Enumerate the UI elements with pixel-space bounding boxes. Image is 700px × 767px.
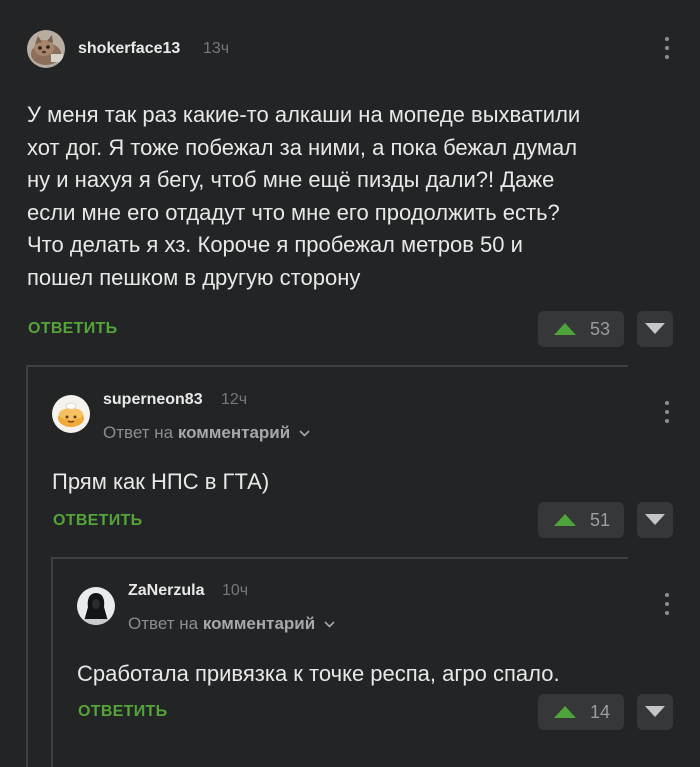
hooded-figure-avatar-icon <box>77 587 115 625</box>
comment-text: У меня так раз какие-то алкаши на мопеде… <box>27 102 581 290</box>
more-options-icon[interactable] <box>664 401 670 425</box>
chevron-down-icon[interactable] <box>299 430 310 437</box>
avatar[interactable] <box>27 30 65 68</box>
reply-to-prefix: Ответ на <box>103 423 174 442</box>
chevron-down-icon[interactable] <box>324 621 335 628</box>
upvote-button[interactable]: 53 <box>538 311 624 347</box>
downvote-button[interactable] <box>637 694 673 730</box>
upvote-arrow-icon <box>554 706 576 718</box>
reply-to-link[interactable]: Ответ на комментарий <box>128 614 335 634</box>
thread-line-level-1 <box>26 365 28 767</box>
upvote-button[interactable]: 51 <box>538 502 624 538</box>
reply-to-target[interactable]: комментарий <box>203 614 315 633</box>
comment-time: 10ч <box>222 582 249 599</box>
reply-button[interactable]: ОТВЕТИТЬ <box>53 512 142 530</box>
reply-button[interactable]: ОТВЕТИТЬ <box>78 703 167 721</box>
reply-to-prefix: Ответ на <box>128 614 199 633</box>
vote-count: 53 <box>590 319 611 339</box>
vote-count: 14 <box>590 702 611 722</box>
bun-avatar-icon <box>52 395 90 433</box>
downvote-button[interactable] <box>637 311 673 347</box>
upvote-button[interactable]: 14 <box>538 694 624 730</box>
comment-text: Сработала привязка к точке респа, агро с… <box>77 661 560 686</box>
upvote-arrow-icon <box>554 323 576 335</box>
username[interactable]: ZaNerzula <box>128 582 204 600</box>
avatar[interactable] <box>52 395 90 433</box>
comment-time: 13ч <box>203 40 230 57</box>
more-options-icon[interactable] <box>664 593 670 617</box>
thread-line-level-2 <box>51 557 53 767</box>
username[interactable]: shokerface13 <box>78 40 180 58</box>
avatar[interactable] <box>77 587 115 625</box>
upvote-arrow-icon <box>554 514 576 526</box>
reply-to-link[interactable]: Ответ на комментарий <box>103 423 310 443</box>
more-options-icon[interactable] <box>664 37 670 61</box>
comment-time: 12ч <box>221 391 248 408</box>
reply-to-target[interactable]: комментарий <box>178 423 290 442</box>
username[interactable]: superneon83 <box>103 391 203 409</box>
thread-branch-level-2 <box>51 557 628 559</box>
thread-branch-level-1 <box>26 365 628 367</box>
downvote-arrow-icon <box>645 514 665 525</box>
downvote-button[interactable] <box>637 502 673 538</box>
cat-avatar-icon <box>27 30 65 68</box>
reply-button[interactable]: ОТВЕТИТЬ <box>28 320 117 338</box>
downvote-arrow-icon <box>645 323 665 334</box>
vote-count: 51 <box>590 510 611 530</box>
comment-text: Прям как НПС в ГТА) <box>52 469 270 494</box>
downvote-arrow-icon <box>645 706 665 717</box>
